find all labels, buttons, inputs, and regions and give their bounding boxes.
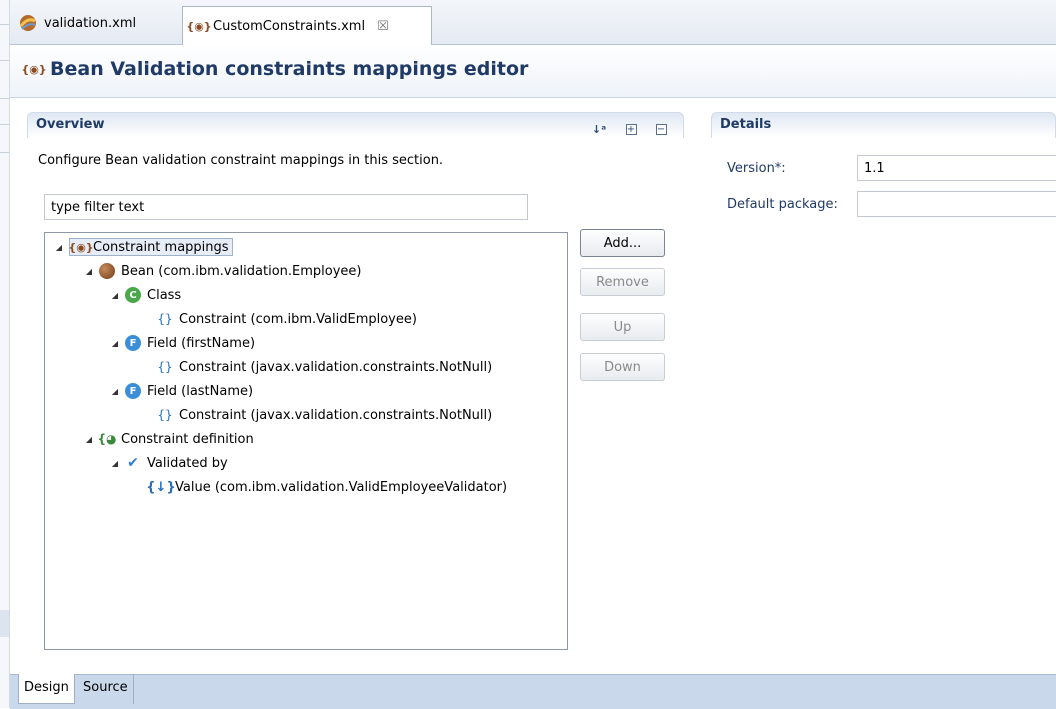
bean-icon [99, 263, 115, 279]
tree-node-label: Class [147, 287, 182, 303]
left-gutter [0, 0, 10, 708]
constraint-mappings-icon: {◉} [68, 240, 94, 254]
close-icon[interactable]: ☒ [377, 19, 389, 34]
constraint-mappings-icon: {◉} [21, 62, 47, 76]
expand-triangle-icon[interactable]: ◢ [85, 435, 93, 444]
overview-heading: Overview [36, 117, 105, 132]
tree-node-constraint[interactable]: {} Constraint (com.ibm.ValidEmployee) [157, 308, 417, 330]
expand-triangle-icon[interactable]: ◢ [111, 387, 119, 396]
tree-node-bean[interactable]: ◢ Bean (com.ibm.validation.Employee) [85, 260, 361, 282]
class-icon: C [125, 287, 141, 303]
expand-all-icon[interactable]: + [622, 120, 640, 138]
tree-node-class[interactable]: ◢ C Class [111, 284, 181, 306]
tree-node-label: Validated by [147, 455, 228, 471]
bottom-tab-bar [10, 674, 1056, 709]
tree-node-value[interactable]: {↓} Value (com.ibm.validation.ValidEmplo… [146, 476, 508, 498]
tree-node-constraint[interactable]: {} Constraint (javax.validation.constrai… [157, 356, 492, 378]
tree-node-validated-by[interactable]: ◢ ✔ Validated by [111, 452, 228, 474]
expand-triangle-icon[interactable]: ◢ [85, 267, 93, 276]
tree-node-label: Constraint definition [121, 431, 254, 447]
tree-node-label: Constraint (javax.validation.constraints… [179, 359, 493, 375]
expand-triangle-icon[interactable]: ◢ [55, 243, 63, 252]
add-button[interactable]: Add... [580, 229, 665, 257]
braces-icon: {} [157, 408, 173, 422]
tree-node-label: Constraint (com.ibm.ValidEmployee) [179, 311, 417, 327]
validation-file-icon [19, 15, 36, 31]
version-label: Version*: [727, 161, 786, 176]
tab-customconstraints-xml[interactable]: {◉} CustomConstraints.xml ☒ [182, 6, 432, 45]
page-title-text: Bean Validation constraints mappings edi… [50, 58, 529, 80]
tree-node-label: Field (firstName) [147, 335, 256, 351]
tree-node-label: Constraint mappings [93, 239, 229, 255]
sort-alphabetically-icon[interactable]: ↓ᵃ [590, 120, 608, 138]
tree-node-constraint-mappings[interactable]: ◢ {◉} Constraint mappings [55, 236, 233, 258]
collapse-all-icon[interactable]: − [652, 120, 670, 138]
default-package-field[interactable] [857, 191, 1056, 217]
constraint-mappings-icon: {◉} [186, 19, 212, 33]
tree-node-field-lastname[interactable]: ◢ F Field (lastName) [111, 380, 253, 402]
default-package-label: Default package: [727, 197, 838, 212]
tree-node-label: Constraint (javax.validation.constraints… [179, 407, 493, 423]
tab-validation-xml[interactable]: validation.xml [10, 8, 180, 38]
filter-input[interactable] [44, 194, 528, 220]
braces-icon: {} [157, 360, 173, 374]
tree-node-label: Bean (com.ibm.validation.Employee) [121, 263, 362, 279]
remove-button[interactable]: Remove [580, 268, 665, 296]
constraint-definition-icon: {◕ [97, 432, 117, 446]
details-section-header[interactable]: Details [711, 112, 1056, 138]
details-heading: Details [720, 117, 772, 132]
field-icon: F [125, 335, 141, 351]
up-button[interactable]: Up [580, 313, 665, 341]
tree-node-label: Field (lastName) [147, 383, 254, 399]
validated-by-icon: ✔ [127, 455, 139, 471]
tab-label: CustomConstraints.xml [213, 18, 366, 34]
value-icon: {↓} [146, 479, 176, 495]
overview-description: Configure Bean validation constraint map… [38, 153, 444, 168]
expand-triangle-icon[interactable]: ◢ [111, 291, 119, 300]
editor-tab-strip: validation.xml {◉} CustomConstraints.xml… [10, 0, 1056, 45]
expand-triangle-icon[interactable]: ◢ [111, 459, 119, 468]
tab-label: validation.xml [44, 15, 137, 31]
tab-source[interactable]: Source [78, 674, 134, 704]
expand-triangle-icon[interactable]: ◢ [111, 339, 119, 348]
tab-design[interactable]: Design [18, 674, 75, 704]
field-icon: F [125, 383, 141, 399]
tree-node-label: Value (com.ibm.validation.ValidEmployeeV… [175, 479, 508, 495]
overview-section-header[interactable]: Overview [27, 112, 684, 138]
braces-icon: {} [157, 312, 173, 326]
tree-node-constraint[interactable]: {} Constraint (javax.validation.constrai… [157, 404, 492, 426]
tree-node-field-firstname[interactable]: ◢ F Field (firstName) [111, 332, 255, 354]
tree-node-constraint-definition[interactable]: ◢ {◕ Constraint definition [85, 428, 254, 450]
page-title: {◉} Bean Validation constraints mappings… [21, 58, 529, 80]
down-button[interactable]: Down [580, 353, 665, 381]
version-field[interactable] [857, 155, 1056, 181]
constraint-mappings-tree[interactable]: ◢ {◉} Constraint mappings ◢ Bean (com.ib… [44, 232, 568, 650]
